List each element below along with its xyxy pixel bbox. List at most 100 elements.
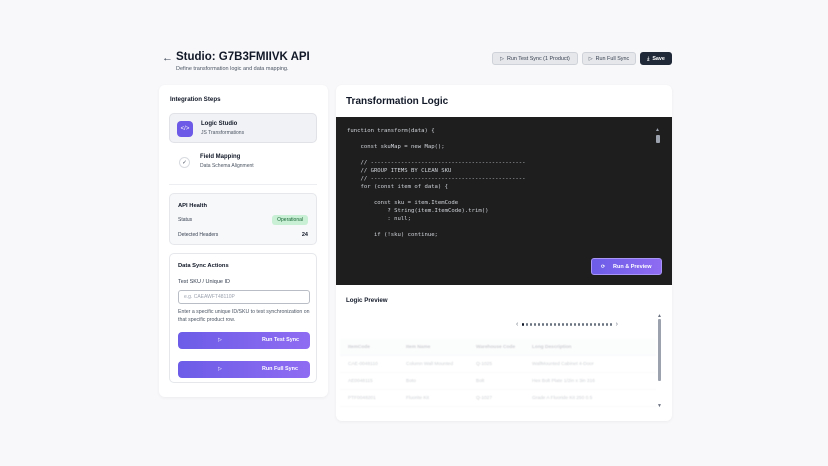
pager-dot[interactable] <box>549 323 553 326</box>
back-arrow-icon[interactable]: ← <box>162 52 173 64</box>
play-icon: ▷ <box>218 337 222 343</box>
step-logic-studio[interactable]: </> Logic Studio JS Transformations <box>169 113 317 143</box>
test-sku-label: Test SKU / Unique ID <box>178 279 230 285</box>
code-line: : null; <box>347 216 411 222</box>
pager-dot[interactable] <box>521 323 525 326</box>
table-cell: CAE-0048110 <box>348 361 378 367</box>
pager-dot[interactable] <box>553 323 557 326</box>
run-test-sync-button[interactable]: ▷ Run Test Sync (1 Product) <box>492 52 578 65</box>
table-row[interactable]: PTF0048201 Fluorite Kit Q-1027 Grade A Fluo… <box>340 390 656 407</box>
pager-dot[interactable] <box>533 323 537 326</box>
table-cell: Grade A Fluoride Kit 250 0.5 <box>532 395 593 401</box>
table-header-cell: Warehouse Code <box>476 344 516 350</box>
status-badge: Operational <box>272 215 308 225</box>
pager-dot[interactable] <box>541 323 545 326</box>
save-label: Save <box>652 55 665 62</box>
pager-dot[interactable] <box>585 323 589 326</box>
pager-dot[interactable] <box>545 323 549 326</box>
page-subtitle: Define transformation logic and data map… <box>176 66 289 72</box>
detected-headers-value: 24 <box>301 232 308 238</box>
pager-dot[interactable] <box>525 323 529 326</box>
api-health-title: API Health <box>178 203 207 209</box>
run-test-sync-action-button[interactable]: ▷ Run Test Sync <box>178 332 310 349</box>
pager-dot[interactable] <box>561 323 565 326</box>
check-circle-icon: ✓ <box>179 157 190 168</box>
chevron-right-icon[interactable]: › <box>616 321 618 328</box>
status-label: Status <box>178 217 193 223</box>
divider <box>169 184 317 185</box>
pager-dots <box>521 323 612 326</box>
test-sku-input[interactable] <box>178 290 310 304</box>
table-cell: Q-1025 <box>476 361 492 367</box>
pager-dot[interactable] <box>529 323 533 326</box>
play-icon: ▷ <box>218 366 222 372</box>
pager-dot[interactable] <box>573 323 577 326</box>
scroll-down-icon[interactable]: ▼ <box>657 403 662 409</box>
code-line: // -------------------------------------… <box>347 176 526 182</box>
pager-dot[interactable] <box>569 323 573 326</box>
table-header-row: ItemCode Item Name Warehouse Code Long Desc… <box>340 339 656 356</box>
pager-dot[interactable] <box>557 323 561 326</box>
step-description: JS Transformations <box>201 130 245 136</box>
play-icon: ▷ <box>588 55 593 62</box>
table-row[interactable]: AE0048115 Boto Bolt Hex Bolt Plate 1/2in x … <box>340 373 656 390</box>
table-cell: Hex Bolt Plate 1/2in x 3in 316 <box>532 378 595 384</box>
run-full-sync-action-button[interactable]: ▷ Run Full Sync <box>178 361 310 378</box>
step-name: Field Mapping <box>200 154 241 160</box>
integration-steps-title: Integration Steps <box>170 96 221 103</box>
table-cell: PTF0048201 <box>348 395 376 401</box>
table-cell: AE0048115 <box>348 378 373 384</box>
run-full-sync-button[interactable]: ▷ Run Full Sync <box>582 52 636 65</box>
run-preview-button[interactable]: ⟳ Run & Preview <box>591 258 662 275</box>
scroll-up-icon[interactable]: ▲ <box>655 127 660 133</box>
detected-headers-label: Detected Headers <box>178 232 219 238</box>
pager-dot[interactable] <box>577 323 581 326</box>
pager-dot[interactable] <box>605 323 608 326</box>
pager-dot[interactable] <box>589 323 593 326</box>
pager-dot[interactable] <box>609 323 612 326</box>
data-sync-actions-title: Data Sync Actions <box>178 263 229 269</box>
run-full-sync-action-label: Run Full Sync <box>262 366 298 372</box>
chevron-left-icon[interactable]: ‹ <box>516 321 518 328</box>
run-full-sync-label: Run Full Sync <box>595 55 630 62</box>
pager-dot[interactable] <box>593 323 597 326</box>
step-field-mapping[interactable]: ✓ Field Mapping Data Schema Alignment <box>169 147 317 177</box>
run-test-sync-label: Run Test Sync (1 Product) <box>507 55 570 62</box>
code-content[interactable]: function transform(data) { const skuMap … <box>347 127 526 239</box>
code-line: ? String(item.ItemCode).trim() <box>347 208 489 214</box>
pager-dot[interactable] <box>597 323 601 326</box>
pager-dot[interactable] <box>565 323 569 326</box>
refresh-icon: ⟳ <box>601 264 606 270</box>
table-header-cell: Long Description <box>532 344 572 350</box>
code-editor[interactable]: function transform(data) { const skuMap … <box>336 117 672 285</box>
table-header-cell: Item Name <box>406 344 431 350</box>
table-cell: Boto <box>406 378 416 384</box>
save-button[interactable]: ⤓ Save <box>640 52 672 65</box>
preview-scrollbar-thumb[interactable] <box>658 319 661 381</box>
code-line: const sku = item.ItemCode <box>347 200 459 206</box>
table-row[interactable]: CAE-0048110 Column Wall Mounted Q-1025 Wall… <box>340 356 656 373</box>
transformation-logic-title: Transformation Logic <box>346 96 449 107</box>
page-title: Studio: G7B3FMIIVK API <box>176 51 310 63</box>
table-header-cell: ItemCode <box>348 344 370 350</box>
table-cell: WallMounted Cabinet 4-Door <box>532 361 594 367</box>
pager-dot[interactable] <box>581 323 585 326</box>
preview-pager: ‹ › <box>514 321 620 328</box>
code-line: for (const item of data) { <box>347 184 449 190</box>
table-cell: Column Wall Mounted <box>406 361 454 367</box>
transformation-panel: Transformation Logic function transform(… <box>336 85 672 421</box>
pager-dot[interactable] <box>601 323 605 326</box>
logic-preview-title: Logic Preview <box>346 297 388 304</box>
preview-scrollbar[interactable]: ▲ ▼ <box>657 313 662 409</box>
code-line: // -------------------------------------… <box>347 160 526 166</box>
table-cell: Q-1027 <box>476 395 492 401</box>
code-line: if (!sku) continue; <box>347 232 438 238</box>
code-line: // GROUP ITEMS BY CLEAN SKU <box>347 168 452 174</box>
integration-sidebar: Integration Steps </> Logic Studio JS Tr… <box>159 85 328 397</box>
editor-scrollbar[interactable] <box>656 135 660 143</box>
pager-dot[interactable] <box>537 323 541 326</box>
